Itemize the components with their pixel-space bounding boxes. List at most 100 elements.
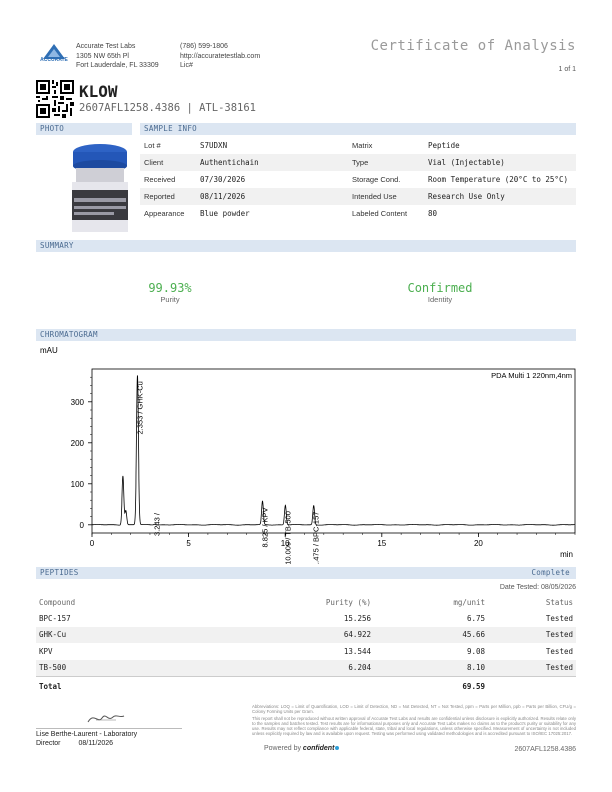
peptides-table: Compound Purity (%) mg/unit Status BPC-1… (36, 594, 576, 695)
labeled-value: 80 (428, 209, 438, 218)
info-row: Lot # S7UDXN Matrix Peptide (140, 137, 576, 154)
x-tick-label: 5 (186, 539, 191, 548)
status-cell: Tested (545, 613, 573, 623)
identity-value: Confirmed (407, 281, 473, 295)
lab-license: Lic# (180, 62, 193, 69)
vial-image (72, 144, 128, 232)
total-mg: 69.59 (462, 681, 485, 691)
x-tick-label: 0 (90, 539, 95, 548)
y-tick-label: 300 (71, 398, 85, 407)
col-mg: mg/unit (453, 597, 485, 607)
purity-cell: 13.544 (343, 646, 371, 656)
qr-code[interactable] (36, 80, 74, 118)
table-row: BPC-157 15.256 6.75 Tested (36, 610, 576, 627)
document-title: Certificate of Analysis (370, 38, 576, 54)
plot-frame (91, 368, 576, 534)
labeled-label: Labeled Content (352, 209, 408, 218)
y-tick-label: 0 (80, 521, 85, 530)
table-row: KPV 13.544 9.08 Tested (36, 643, 576, 660)
info-row: Reported 08/11/2026 Intended Use Researc… (140, 188, 576, 205)
y-axis-label: mAU (40, 346, 58, 355)
lab-name: Accurate Test Labs (76, 43, 136, 50)
compound-cell: BPC-157 (39, 613, 71, 623)
mg-cell: 8.10 (374, 659, 488, 677)
col-status: Status (545, 597, 573, 607)
peak-label: 2.353 / GHK-Cu (135, 381, 144, 434)
sample-info-header: SAMPLE INFO (140, 123, 576, 135)
lab-website[interactable]: http://accuratetestlab.com (180, 52, 260, 62)
lab-address: Accurate Test Labs 1305 NW 65th Pl Fort … (76, 42, 159, 71)
signer-block: Lise Berthe-Laurent - Laboratory Directo… (36, 731, 137, 748)
matrix-label: Matrix (352, 141, 373, 150)
type-label: Type (348, 154, 424, 171)
disclaimer: This report shall not be reproduced with… (252, 716, 576, 736)
col-purity: Purity (%) (325, 597, 371, 607)
type-value: Vial (Injectable) (424, 154, 576, 171)
peptides-header: PEPTIDES Complete (36, 567, 576, 579)
summary-header: SUMMARY (36, 240, 576, 252)
chart-title: PDA Multi 1 220nm,4nm (491, 371, 572, 380)
signature-line (36, 728, 182, 729)
intended-label: Intended Use (348, 188, 424, 205)
abbreviations: Abbreviations: LOQ = Limit of Quantifica… (252, 704, 576, 714)
purity-value: 99.93% (148, 281, 192, 295)
purity-cell: 64.922 (220, 626, 374, 643)
lab-address-2: Fort Lauderdale, FL 33309 (76, 62, 159, 69)
received-label: Received (144, 175, 176, 184)
chromatogram-chart: mAU min PDA Multi 1 220nm,4nm 0 100 200 300 0 5 1… (40, 346, 576, 564)
peak-label: 10.009 / TB-500 (283, 511, 292, 564)
purity-summary: 99.93% Purity (120, 281, 220, 304)
table-row: TB-500 6.204 8.10 Tested (36, 659, 576, 677)
x-tick-label: 20 (474, 539, 483, 548)
logo-text: ACCURATE (40, 57, 68, 63)
info-row: Client Authentichain Type Vial (Injectab… (140, 154, 576, 171)
photo-header: PHOTO (36, 123, 132, 135)
signature-image (87, 715, 125, 723)
signature (86, 708, 126, 728)
sign-date: 08/11/2026 (78, 739, 114, 747)
compound-cell: KPV (39, 646, 53, 656)
mg-cell: 9.08 (466, 646, 485, 656)
sample-info-table: Lot # S7UDXN Matrix Peptide Client Authe… (140, 137, 576, 222)
intended-value: Research Use Only (424, 188, 576, 205)
chromatogram-trace (92, 375, 575, 526)
info-row: Appearance Blue powder Labeled Content 8… (140, 205, 576, 222)
lab-logo: ACCURATE (36, 42, 72, 66)
compound-cell: GHK-Cu (36, 626, 220, 643)
identity-summary: Confirmed Identity (390, 281, 490, 304)
purity-cell: 6.204 (220, 659, 374, 677)
brand-logo: confident (302, 745, 335, 752)
y-tick-label: 100 (71, 480, 85, 489)
storage-label: Storage Cond. (352, 175, 401, 184)
client-value: Authentichain (196, 154, 348, 171)
report-id: 2607AFL1258.4386 (514, 746, 577, 753)
lot-value: S7UDXN (200, 141, 228, 150)
lot-label: Lot # (144, 141, 161, 150)
peak-label: 8.825 / KPV (260, 507, 269, 547)
peptides-header-row: Compound Purity (%) mg/unit Status (36, 594, 576, 610)
total-label: Total (39, 681, 62, 691)
reported-label: Reported (140, 188, 196, 205)
appearance-value: Blue powder (200, 209, 250, 218)
appearance-label: Appearance (144, 209, 185, 218)
powered-by: Powered by confident (264, 745, 340, 752)
col-compound: Compound (39, 597, 76, 607)
peptides-status: Complete (531, 568, 570, 577)
peak-label: 11.475 / BPC-157 (312, 512, 321, 564)
x-axis-label: min (560, 550, 573, 559)
page-number: 1 of 1 (558, 66, 576, 73)
y-tick-label: 200 (71, 439, 85, 448)
qr-code-icon (36, 80, 74, 118)
signer-name: Lise Berthe-Laurent - Laboratory (36, 731, 138, 738)
table-row: GHK-Cu 64.922 45.66 Tested (36, 626, 576, 643)
lab-contact: (786) 599-1806 http://accuratetestlab.co… (180, 42, 260, 71)
signer-title: Director (36, 739, 61, 747)
chromatogram-header: CHROMATOGRAM (36, 329, 576, 341)
status-cell: Tested (488, 626, 576, 643)
reported-value: 08/11/2026 (196, 188, 348, 205)
date-tested: Date Tested: 08/05/2026 (499, 584, 576, 591)
x-tick-label: 15 (377, 539, 386, 548)
info-row: Received 07/30/2026 Storage Cond. Room T… (140, 171, 576, 188)
mg-cell: 6.75 (466, 613, 485, 623)
compound-cell: TB-500 (36, 659, 220, 677)
